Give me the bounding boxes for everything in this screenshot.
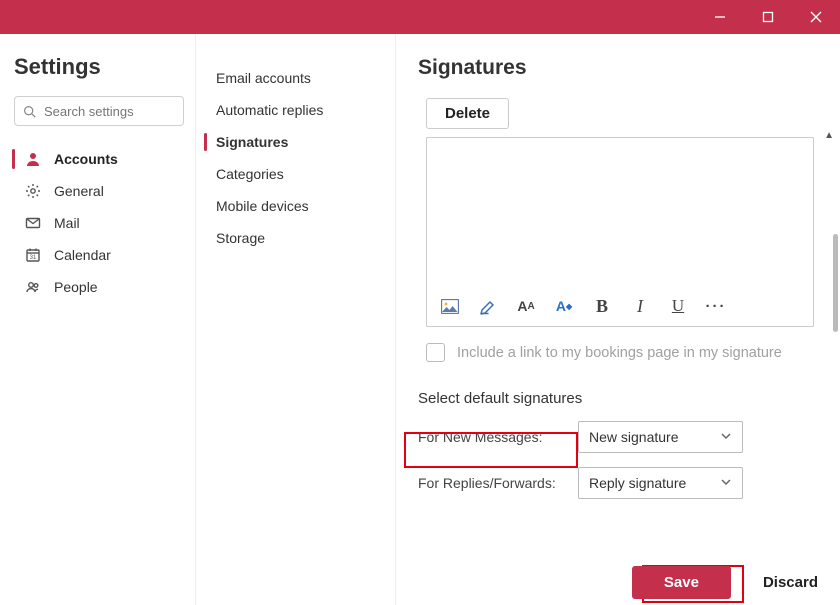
replies-label: For Replies/Forwards: (418, 475, 578, 491)
include-link-label: Include a link to my bookings page in my… (457, 345, 782, 361)
settings-title: Settings (14, 54, 185, 80)
search-icon (23, 105, 36, 118)
main-panel: Signatures Delete ▲ AA A◆ B I U ··· (395, 34, 840, 605)
subnav-item-mobile-devices[interactable]: Mobile devices (214, 192, 385, 220)
footer-actions: Save Discard (632, 566, 822, 599)
signature-editor[interactable]: AA A◆ B I U ··· (426, 137, 814, 327)
bold-button[interactable]: B (591, 294, 613, 318)
search-input-wrap[interactable] (14, 96, 184, 126)
more-options-button[interactable]: ··· (705, 294, 727, 318)
new-messages-select[interactable]: New signature (578, 421, 743, 453)
discard-button[interactable]: Discard (749, 566, 822, 599)
chevron-down-icon (720, 475, 732, 491)
sidebar-item-label: General (54, 183, 104, 199)
chevron-down-icon (720, 429, 732, 445)
include-link-row: Include a link to my bookings page in my… (426, 343, 818, 362)
sidebar-item-general[interactable]: General (14, 176, 185, 206)
close-button[interactable] (792, 0, 840, 34)
new-messages-label: For New Messages: (418, 429, 578, 445)
highlight-icon[interactable] (477, 294, 499, 318)
subnav-item-automatic-replies[interactable]: Automatic replies (214, 96, 385, 124)
calendar-icon: 31 (24, 247, 42, 263)
sidebar-item-label: People (54, 279, 98, 295)
sidebar-item-mail[interactable]: Mail (14, 208, 185, 238)
sidebar-item-label: Calendar (54, 247, 111, 263)
svg-text:31: 31 (30, 255, 37, 261)
sidebar-item-label: Accounts (54, 151, 118, 167)
mail-icon (24, 215, 42, 231)
subnav-item-storage[interactable]: Storage (214, 224, 385, 252)
maximize-button[interactable] (744, 0, 792, 34)
settings-subnav: Email accounts Automatic replies Signatu… (196, 34, 395, 605)
person-icon (24, 151, 42, 167)
replies-select[interactable]: Reply signature (578, 467, 743, 499)
delete-button[interactable]: Delete (426, 98, 509, 129)
gear-icon (24, 183, 42, 199)
search-input[interactable] (42, 103, 175, 120)
page-title: Signatures (418, 56, 818, 80)
scrollbar-thumb[interactable] (833, 234, 838, 332)
sidebar-item-label: Mail (54, 215, 80, 231)
font-color-icon[interactable]: A◆ (553, 294, 575, 318)
sidebar-item-calendar[interactable]: 31 Calendar (14, 240, 185, 270)
settings-sidebar: Settings Accounts General (0, 34, 196, 605)
scroll-up-caret-icon[interactable]: ▲ (824, 130, 834, 141)
replies-value: Reply signature (589, 475, 686, 491)
save-button[interactable]: Save (632, 566, 731, 599)
sidebar-item-people[interactable]: People (14, 272, 185, 302)
subnav-item-email-accounts[interactable]: Email accounts (214, 64, 385, 92)
underline-button[interactable]: U (667, 294, 689, 318)
people-icon (24, 279, 42, 295)
format-toolbar: AA A◆ B I U ··· (427, 286, 813, 326)
sidebar-item-accounts[interactable]: Accounts (14, 144, 185, 174)
select-defaults-heading: Select default signatures (418, 390, 818, 407)
font-size-icon[interactable]: AA (515, 294, 537, 318)
new-messages-value: New signature (589, 429, 679, 445)
subnav-item-signatures[interactable]: Signatures (214, 128, 385, 156)
minimize-button[interactable] (696, 0, 744, 34)
include-link-checkbox[interactable] (426, 343, 445, 362)
insert-image-icon[interactable] (439, 294, 461, 318)
window-titlebar (0, 0, 840, 34)
italic-button[interactable]: I (629, 294, 651, 318)
subnav-item-categories[interactable]: Categories (214, 160, 385, 188)
